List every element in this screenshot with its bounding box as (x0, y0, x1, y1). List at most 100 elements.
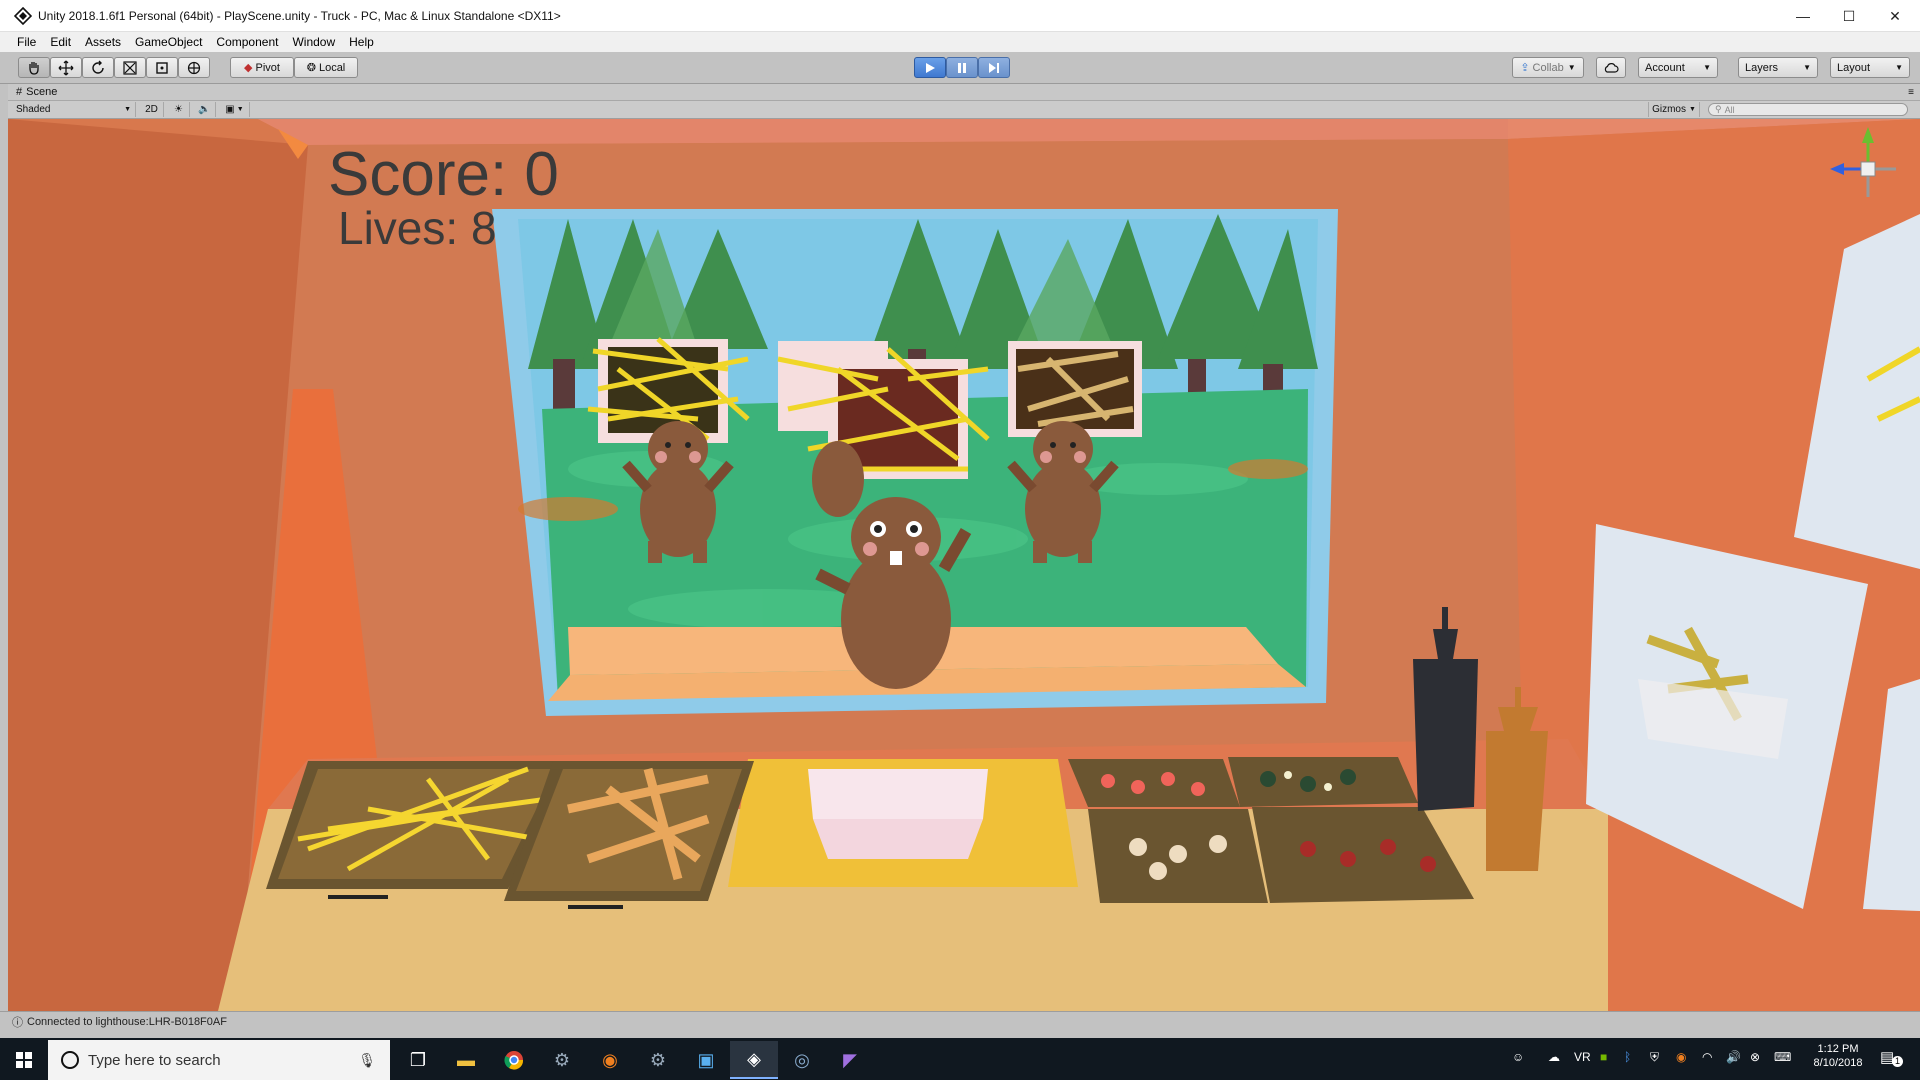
microphone-icon[interactable]: 🎙 (358, 1052, 376, 1069)
pivot-label: Pivot (255, 61, 280, 74)
vr-app-button[interactable]: ◎ (778, 1041, 826, 1079)
action-center-button[interactable]: ▤ 1 (1880, 1048, 1906, 1070)
wifi-icon[interactable]: ◠ (1702, 1050, 1712, 1064)
menu-edit[interactable]: Edit (43, 35, 78, 49)
cloud-icon (1604, 62, 1619, 73)
menu-help[interactable]: Help (342, 35, 381, 49)
title-bar: Unity 2018.1.6f1 Personal (64bit) - Play… (0, 0, 1920, 32)
status-bar: ⓘ Connected to lighthouse:LHR-B018F0AF (0, 1011, 1920, 1031)
local-label: Local (318, 61, 346, 74)
nvidia-icon[interactable]: ■ (1600, 1050, 1607, 1064)
close-button[interactable]: ✕ (1872, 0, 1918, 32)
taskbar-search-input[interactable]: Type here to search 🎙 (48, 1040, 390, 1080)
mode-2d-toggle[interactable]: 2D (140, 102, 164, 117)
scene-toolbar: Shaded ▼ 2D ☀ 🔈 ▣ ▼ Gizmos ▼ ⚲ All (8, 101, 1920, 119)
account-dropdown[interactable]: Account ▼ (1638, 57, 1718, 78)
taskbar-search-placeholder: Type here to search (88, 1051, 221, 1069)
window-bottom-border (0, 1031, 1920, 1038)
image-icon: ▣ (225, 104, 235, 115)
steam-button[interactable]: ⚙ (538, 1041, 586, 1079)
onedrive-icon[interactable]: ☁ (1548, 1050, 1560, 1064)
scene-tab-label: Scene (26, 86, 58, 98)
audio-toggle[interactable]: 🔈 (194, 102, 216, 117)
move-tool-button[interactable] (50, 57, 82, 78)
file-explorer-button[interactable]: ▬ (442, 1041, 490, 1079)
unity-taskbar-button[interactable]: ◈ (730, 1041, 778, 1079)
steam-vr-button[interactable]: ⚙ (634, 1041, 682, 1079)
speaker-icon: 🔈 (198, 104, 211, 115)
maximize-button[interactable]: ☐ (1826, 0, 1872, 32)
bluetooth-icon[interactable]: ᛒ (1624, 1050, 1631, 1064)
scene-tab[interactable]: # Scene ≡ (8, 84, 1920, 101)
clock-time: 1:12 PM (1817, 1043, 1859, 1055)
menu-assets[interactable]: Assets (78, 35, 128, 49)
visual-studio-button[interactable]: ◤ (826, 1041, 874, 1079)
rotate-icon (92, 60, 104, 74)
layout-label: Layout (1837, 61, 1871, 74)
chevron-down-icon: ▼ (124, 106, 131, 113)
unity-icon: ◈ (747, 1048, 761, 1069)
vr-tray-icon[interactable]: VR (1574, 1050, 1591, 1064)
move-arrows-icon (58, 60, 74, 75)
tab-menu-icon[interactable]: ≡ (1908, 87, 1914, 98)
pivot-toggle[interactable]: ◆ Pivot (230, 57, 294, 78)
hand-tool-button[interactable] (18, 57, 50, 78)
collab-dropdown[interactable]: ⇪ Collab ▼ (1512, 57, 1584, 78)
cloud-button[interactable] (1596, 57, 1626, 78)
task-view-button[interactable]: ❐ (394, 1041, 442, 1079)
effects-dropdown[interactable]: ▣ ▼ (220, 102, 250, 117)
chevron-down-icon: ▼ (1895, 63, 1903, 72)
scene-search-input[interactable]: ⚲ All (1708, 103, 1908, 116)
scene-viewport[interactable]: Score: 0 Lives: 8 (8, 119, 1920, 1011)
chrome-icon (504, 1051, 524, 1070)
menu-window[interactable]: Window (285, 35, 342, 49)
play-button[interactable] (914, 57, 946, 78)
volume-icon[interactable]: 🔊 (1726, 1050, 1741, 1064)
layers-dropdown[interactable]: Layers ▼ (1738, 57, 1818, 78)
clock[interactable]: 1:12 PM 8/10/2018 (1808, 1043, 1868, 1069)
monitor-app-button[interactable]: ▣ (682, 1041, 730, 1079)
play-icon (926, 62, 935, 73)
chrome-button[interactable] (490, 1041, 538, 1079)
blender-tray-icon[interactable]: ◉ (1676, 1050, 1686, 1064)
menu-bar: File Edit Assets GameObject Component Wi… (0, 32, 1920, 52)
gizmos-label: Gizmos (1652, 104, 1686, 115)
transform-tool-button[interactable] (178, 57, 210, 78)
people-icon[interactable]: ☺ (1512, 1050, 1524, 1064)
chevron-down-icon: ▼ (1567, 63, 1576, 72)
rotate-tool-button[interactable] (82, 57, 114, 78)
xbox-icon[interactable]: ⊗ (1750, 1050, 1760, 1064)
pivot-icon: ◆ (244, 62, 253, 74)
scene-grid-icon: # (16, 86, 23, 98)
monitor-icon: ▣ (697, 1049, 715, 1070)
collab-icon: ⇪ (1520, 62, 1530, 74)
pause-button[interactable] (946, 57, 978, 78)
notification-count: 1 (1892, 1056, 1903, 1067)
minimize-button[interactable]: — (1780, 0, 1826, 32)
start-button[interactable] (0, 1041, 48, 1079)
rect-tool-icon (156, 61, 168, 74)
scale-tool-button[interactable] (114, 57, 146, 78)
layout-dropdown[interactable]: Layout ▼ (1830, 57, 1910, 78)
menu-file[interactable]: File (10, 35, 43, 49)
visual-studio-icon: ◤ (843, 1049, 857, 1070)
defender-icon[interactable]: ⛨ (1650, 1050, 1659, 1065)
scene-search-placeholder: All (1724, 104, 1735, 115)
steam-vr-icon: ⚙ (649, 1049, 667, 1070)
menu-gameobject[interactable]: GameObject (128, 35, 209, 49)
menu-component[interactable]: Component (209, 35, 285, 49)
layers-label: Layers (1745, 61, 1779, 74)
local-toggle[interactable]: ❂ Local (294, 57, 358, 78)
rect-tool-button[interactable] (146, 57, 178, 78)
keyboard-icon[interactable]: ⌨ (1774, 1050, 1791, 1064)
scene-render (8, 119, 1920, 1011)
blender-icon: ◉ (602, 1049, 618, 1070)
lighting-toggle[interactable]: ☀ (168, 102, 190, 117)
step-button[interactable] (978, 57, 1010, 78)
gizmos-dropdown[interactable]: Gizmos ▼ (1648, 102, 1700, 117)
blender-button[interactable]: ◉ (586, 1041, 634, 1079)
chevron-down-icon: ▼ (1703, 63, 1711, 72)
task-view-icon: ❐ (409, 1049, 427, 1070)
shading-mode-dropdown[interactable]: Shaded ▼ (12, 102, 136, 117)
window-title: Unity 2018.1.6f1 Personal (64bit) - Play… (38, 8, 561, 23)
